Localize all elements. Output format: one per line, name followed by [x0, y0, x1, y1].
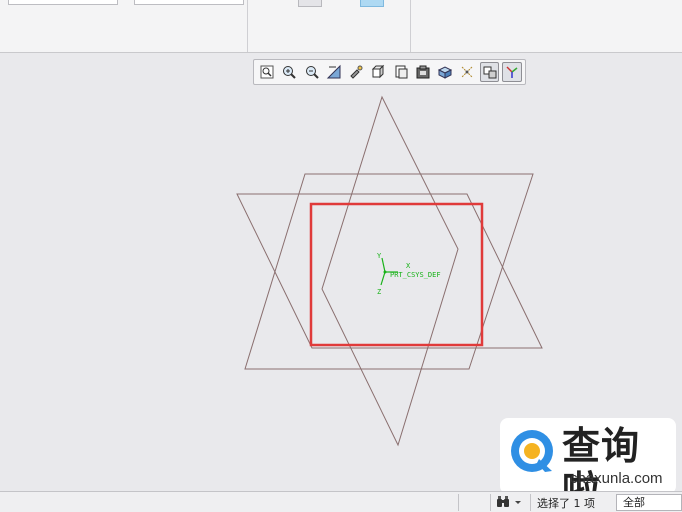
status-separator — [458, 494, 459, 511]
selection-status: 选择了 1 项 — [537, 497, 595, 510]
axis-z-label: Z — [377, 288, 381, 296]
watermark: 查询啦 chaxunla.com — [500, 418, 676, 512]
status-separator — [530, 494, 531, 511]
ribbon-separator — [410, 0, 411, 52]
chevron-down-icon[interactable] — [513, 497, 523, 507]
ribbon-separator — [247, 0, 248, 52]
status-separator — [490, 494, 491, 511]
selection-filter-select[interactable]: 全部 — [616, 494, 682, 511]
ribbon-small-button[interactable] — [298, 0, 322, 7]
ribbon — [0, 0, 682, 53]
csys-marker[interactable]: Y X Z PRT_CSYS_DEF — [377, 252, 441, 296]
ribbon-field-left[interactable] — [8, 0, 118, 5]
binoculars-icon — [497, 496, 509, 507]
watermark-logo-icon — [511, 430, 553, 472]
watermark-subtitle: chaxunla.com — [570, 470, 663, 487]
ribbon-field-right[interactable] — [134, 0, 244, 5]
find-button[interactable] — [496, 494, 524, 510]
status-bar: 选择了 1 项 全部 — [0, 491, 682, 512]
axis-y-label: Y — [377, 252, 382, 260]
axis-x-label: X — [406, 262, 411, 270]
ribbon-color-button[interactable] — [360, 0, 384, 7]
csys-label: PRT_CSYS_DEF — [390, 271, 441, 279]
